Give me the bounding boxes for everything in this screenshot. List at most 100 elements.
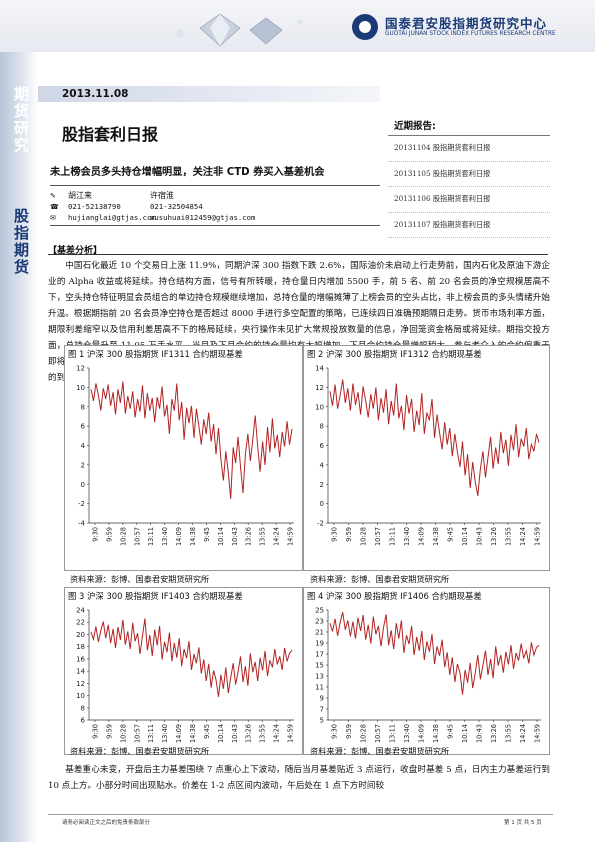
recent-reports-panel: 近期报告: 20131104 股指期货套利日报 20131105 股指期货套利日… (388, 118, 550, 238)
y-tick-label: 10 (76, 384, 85, 392)
y-tick-label: 18 (76, 643, 85, 651)
footer-disclaimer: 请务必阅读正文之后的免责条款部分 (62, 820, 151, 826)
y-tick-label: -4 (78, 520, 86, 528)
x-tick-label: 10:57 (133, 527, 141, 546)
x-tick-label: 14:59 (287, 527, 295, 546)
x-tick-label: 10:57 (374, 527, 382, 546)
chart-title: 图 2 沪深 300 股指期货 IF1312 合约期现基差 (307, 349, 482, 359)
x-tick-label: 14:38 (189, 527, 197, 546)
chart-title: 图 3 沪深 300 股指期货 IF1403 合约期现基差 (68, 591, 243, 601)
chart-panel-2: 图 2 沪深 300 股指期货 IF1312 合约期现基差 -2 0 2 4 6 8 10 1… (303, 345, 550, 571)
x-tick-label: 10:43 (231, 527, 239, 546)
company-name-cn: 国泰君安股指期货研究中心 (385, 16, 548, 31)
y-tick-label: 0 (320, 500, 324, 508)
x-tick-label: 14:59 (534, 527, 542, 546)
recent-report-link[interactable]: 20131105 股指期货套利日报 (388, 162, 550, 187)
diamond-decoration (176, 13, 303, 47)
y-tick-label: 9 (320, 695, 324, 703)
x-tick-label: 13:55 (259, 527, 267, 546)
email-icon: ✉ (50, 213, 56, 222)
x-tick-label: 14:24 (273, 724, 281, 743)
analyst-phone: 021-52138790 (68, 202, 121, 211)
recent-report-link[interactable]: 20131104 股指期货套利日报 (388, 136, 550, 162)
x-tick-label: 13:40 (403, 724, 411, 743)
y-tick-label: 2 (320, 481, 324, 489)
x-tick-label: 9:30 (92, 724, 100, 739)
y-tick-label: 4 (320, 461, 325, 469)
x-tick-label: 9:45 (447, 527, 455, 542)
x-tick-label: 13:26 (490, 527, 498, 546)
x-tick-label: 10:43 (476, 724, 484, 743)
x-tick-label: 13:40 (161, 527, 169, 546)
y-tick-label: 22 (76, 619, 85, 627)
x-tick-label: 14:38 (432, 527, 440, 546)
x-tick-label: 13:40 (403, 527, 411, 546)
company-name-en: GUOTAI JUNAN STOCK INDEX FUTURES RESEARC… (385, 31, 556, 37)
x-tick-label: 14:09 (175, 527, 183, 546)
basis-series-line (329, 612, 540, 695)
y-tick-label: 0 (81, 481, 85, 489)
y-tick-label: 8 (81, 403, 85, 411)
x-tick-label: 9:59 (345, 724, 353, 739)
divider (48, 254, 548, 255)
y-tick-label: 10 (315, 403, 324, 411)
sidebar-label-research: 期货研究 (12, 86, 30, 154)
basis-chart-if1406: 5 7 9 11 13 15 17 19 21 23 25 9:30 9:59 10:28 10:57 13:… (315, 607, 541, 744)
x-tick-label: 10:14 (217, 724, 225, 743)
analyst-phone: 021-32504854 (150, 202, 203, 211)
chart-title: 图 4 沪深 300 股指期货 IF1406 合约期现基差 (307, 591, 482, 601)
y-tick-label: 8 (320, 423, 324, 431)
x-tick-label: 13:11 (147, 527, 155, 546)
recent-report-link[interactable]: 20131107 股指期货套利日报 (388, 213, 550, 238)
y-tick-label: 12 (315, 384, 324, 392)
analyst-email[interactable]: hujianglai@gtjas.com (68, 213, 156, 222)
divider (50, 185, 380, 186)
x-tick-label: 14:38 (189, 724, 197, 743)
x-tick-label: 14:38 (432, 724, 440, 743)
x-tick-label: 9:45 (203, 724, 211, 739)
y-tick-label: 15 (315, 662, 324, 670)
y-tick-label: 14 (315, 365, 324, 373)
chart-panel-1: 图 1 沪深 300 股指期货 IF1311 合约期现基差 -4 -2 0 2 4 6 8 1… (64, 345, 303, 571)
x-tick-label: 14:09 (418, 724, 426, 743)
y-tick-label: 19 (315, 640, 324, 648)
x-tick-label: 9:59 (105, 724, 113, 739)
recent-reports-title: 近期报告: (394, 121, 436, 132)
contact-row: ✎ 胡江来 许宿淮 (50, 190, 380, 201)
x-tick-label: 10:57 (133, 724, 141, 743)
x-tick-label: 10:28 (119, 527, 127, 546)
analyst-name: 胡江来 (68, 191, 92, 200)
chart-title: 图 1 沪深 300 股指期货 IF1311 合约期现基差 (68, 349, 243, 359)
x-tick-label: 9:30 (331, 527, 339, 542)
contact-row: ✉ hujianglai@gtjas.com xusuhuai012459@gt… (50, 212, 380, 223)
phone-icon: ☎ (50, 202, 59, 211)
x-tick-label: 13:11 (389, 724, 397, 743)
x-tick-label: 14:24 (273, 527, 281, 546)
analyst-email[interactable]: xusuhuai012459@gtjas.com (150, 213, 255, 222)
x-tick-label: 13:11 (147, 724, 155, 743)
x-tick-label: 10:57 (374, 724, 382, 743)
y-tick-label: 2 (81, 461, 85, 469)
sidebar-label-futures: 股指期货 (12, 208, 30, 276)
page-number: 第 1 页 共 5 页 (504, 820, 542, 826)
y-tick-label: 21 (315, 629, 324, 637)
y-tick-label: 17 (315, 651, 324, 659)
x-tick-label: 13:26 (490, 724, 498, 743)
y-tick-label: 23 (315, 618, 324, 626)
divider (50, 225, 380, 226)
x-tick-label: 14:09 (175, 724, 183, 743)
x-tick-label: 13:26 (245, 724, 253, 743)
y-tick-label: -2 (317, 520, 324, 528)
basis-chart-if1311: -4 -2 0 2 4 6 8 10 12 9:30 9:59 10:28 10:57 13:11 13:4… (76, 365, 295, 547)
x-tick-label: 10:14 (217, 527, 225, 546)
recent-report-link[interactable]: 20131106 股指期货套利日报 (388, 187, 550, 213)
y-tick-label: 25 (315, 607, 324, 615)
x-tick-label: 14:24 (519, 724, 527, 743)
basis-series-line (90, 381, 293, 499)
analyst-contacts: ✎ 胡江来 许宿淮 ☎ 021-52138790 021-32504854 ✉ … (50, 190, 380, 223)
x-tick-label: 13:11 (389, 527, 397, 546)
y-tick-label: 20 (76, 631, 85, 639)
y-tick-label: 16 (76, 655, 85, 663)
x-tick-label: 9:59 (105, 527, 113, 542)
sidebar (0, 52, 38, 842)
